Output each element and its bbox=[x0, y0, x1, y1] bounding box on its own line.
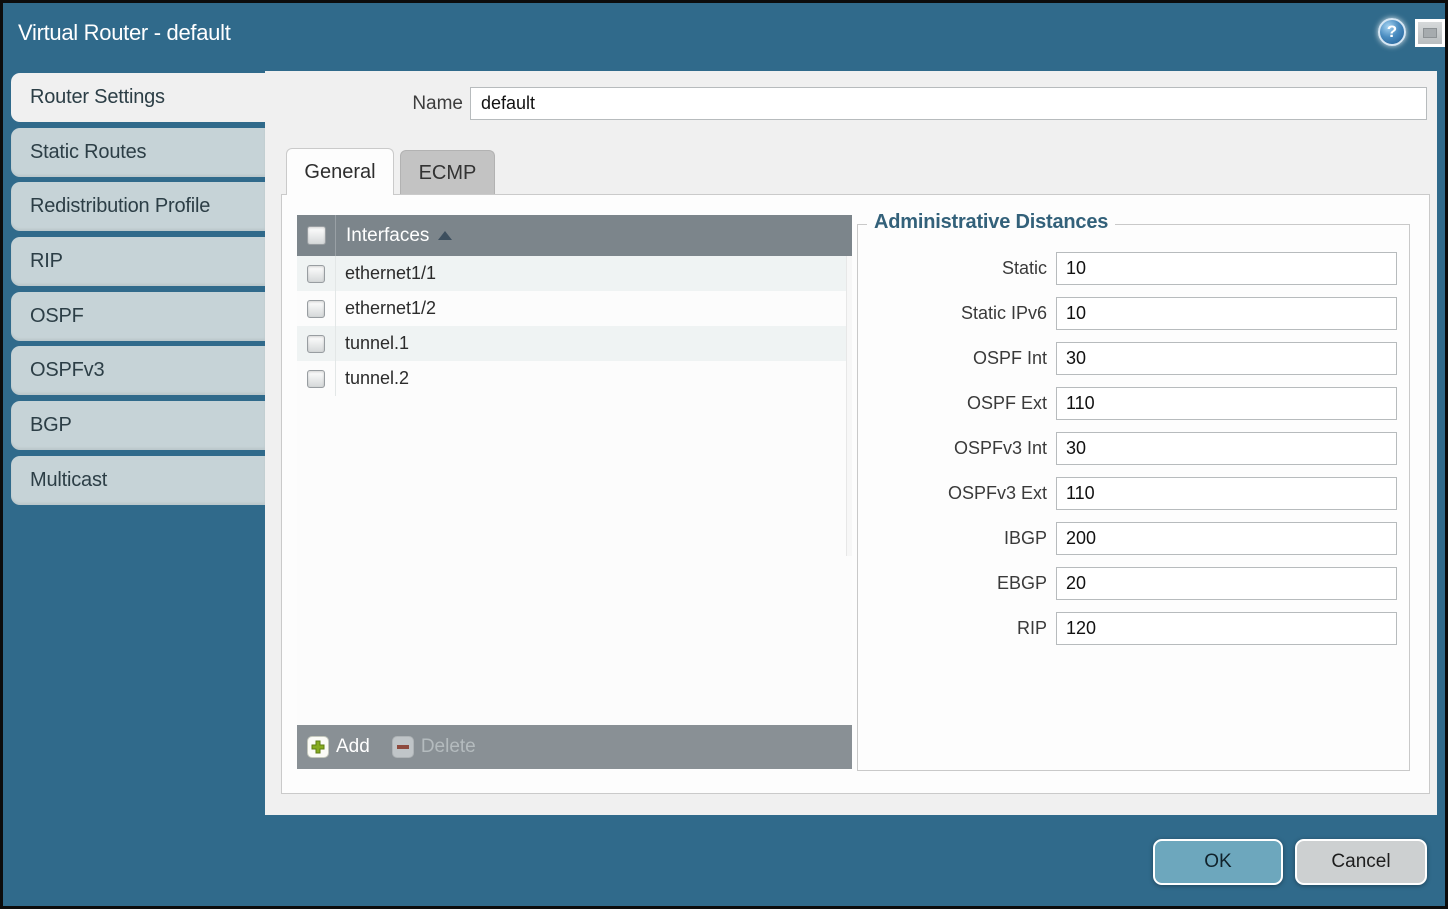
cancel-button[interactable]: Cancel bbox=[1295, 839, 1427, 885]
add-button[interactable]: Add bbox=[307, 736, 370, 758]
sidebar-item-ospfv3[interactable]: OSPFv3 bbox=[11, 346, 265, 395]
interfaces-column-label: Interfaces bbox=[346, 225, 429, 247]
table-row[interactable]: ethernet1/2 bbox=[297, 291, 852, 326]
minus-icon bbox=[392, 736, 414, 758]
window-minimize-icon[interactable] bbox=[1415, 19, 1445, 47]
virtual-router-dialog: Virtual Router - default ? Router Settin… bbox=[0, 0, 1448, 909]
row-checkbox[interactable] bbox=[307, 300, 325, 318]
ebgp-input[interactable] bbox=[1056, 567, 1397, 600]
window-minimize-glyph bbox=[1423, 28, 1437, 38]
ok-button[interactable]: OK bbox=[1153, 839, 1283, 885]
sidebar-item-static-routes[interactable]: Static Routes bbox=[11, 128, 265, 177]
column-divider bbox=[335, 256, 336, 396]
sidebar-item-redistribution-profile[interactable]: Redistribution Profile bbox=[11, 182, 265, 231]
delete-label: Delete bbox=[421, 736, 476, 758]
ebgp-label: EBGP bbox=[997, 573, 1047, 594]
row-checkbox[interactable] bbox=[307, 370, 325, 388]
interfaces-table: Interfaces ethernet1/1 ethernet1/2 tunne… bbox=[297, 215, 852, 769]
table-row[interactable]: tunnel.1 bbox=[297, 326, 852, 361]
table-toolbar: Add Delete bbox=[297, 725, 852, 769]
static-ipv6-label: Static IPv6 bbox=[961, 303, 1047, 324]
delete-button[interactable]: Delete bbox=[392, 736, 476, 758]
sidebar-item-router-settings[interactable]: Router Settings bbox=[11, 73, 267, 122]
name-label: Name bbox=[388, 93, 463, 115]
ospfv3-int-input[interactable] bbox=[1056, 432, 1397, 465]
rip-input[interactable] bbox=[1056, 612, 1397, 645]
interface-name: ethernet1/2 bbox=[335, 298, 436, 319]
tab-general[interactable]: General bbox=[286, 148, 394, 195]
ospf-ext-label: OSPF Ext bbox=[967, 393, 1047, 414]
interface-name: tunnel.2 bbox=[335, 368, 409, 389]
row-checkbox[interactable] bbox=[307, 265, 325, 283]
tab-ecmp[interactable]: ECMP bbox=[400, 150, 495, 194]
ospf-int-input[interactable] bbox=[1056, 342, 1397, 375]
administrative-distances-group: Administrative Distances Static Static I… bbox=[857, 224, 1410, 771]
help-icon[interactable]: ? bbox=[1378, 18, 1406, 46]
dialog-title: Virtual Router - default bbox=[18, 20, 231, 46]
static-input[interactable] bbox=[1056, 252, 1397, 285]
sort-ascending-icon bbox=[438, 231, 452, 240]
interfaces-header[interactable]: Interfaces bbox=[297, 215, 852, 256]
select-all-checkbox[interactable] bbox=[307, 226, 326, 245]
ibgp-input[interactable] bbox=[1056, 522, 1397, 555]
add-label: Add bbox=[336, 736, 370, 758]
row-checkbox[interactable] bbox=[307, 335, 325, 353]
ospfv3-ext-label: OSPFv3 Ext bbox=[948, 483, 1047, 504]
rip-label: RIP bbox=[1017, 618, 1047, 639]
sidebar-item-multicast[interactable]: Multicast bbox=[11, 456, 265, 505]
interface-name: ethernet1/1 bbox=[335, 263, 436, 284]
sidebar-item-rip[interactable]: RIP bbox=[11, 237, 265, 286]
group-legend: Administrative Distances bbox=[867, 211, 1115, 234]
sidebar-item-ospf[interactable]: OSPF bbox=[11, 292, 265, 341]
ospf-ext-input[interactable] bbox=[1056, 387, 1397, 420]
ospfv3-int-label: OSPFv3 Int bbox=[954, 438, 1047, 459]
ospfv3-ext-input[interactable] bbox=[1056, 477, 1397, 510]
sidebar-item-bgp[interactable]: BGP bbox=[11, 401, 265, 450]
interface-name: tunnel.1 bbox=[335, 333, 409, 354]
static-ipv6-input[interactable] bbox=[1056, 297, 1397, 330]
table-scrollbar[interactable] bbox=[846, 256, 852, 556]
general-tab-panel: Interfaces ethernet1/1 ethernet1/2 tunne… bbox=[281, 194, 1430, 794]
name-input[interactable] bbox=[470, 87, 1427, 120]
static-label: Static bbox=[1002, 258, 1047, 279]
plus-icon bbox=[307, 736, 329, 758]
table-row[interactable]: ethernet1/1 bbox=[297, 256, 852, 291]
ibgp-label: IBGP bbox=[1004, 528, 1047, 549]
interfaces-rows: ethernet1/1 ethernet1/2 tunnel.1 tunnel.… bbox=[297, 256, 852, 725]
table-row[interactable]: tunnel.2 bbox=[297, 361, 852, 396]
ospf-int-label: OSPF Int bbox=[973, 348, 1047, 369]
